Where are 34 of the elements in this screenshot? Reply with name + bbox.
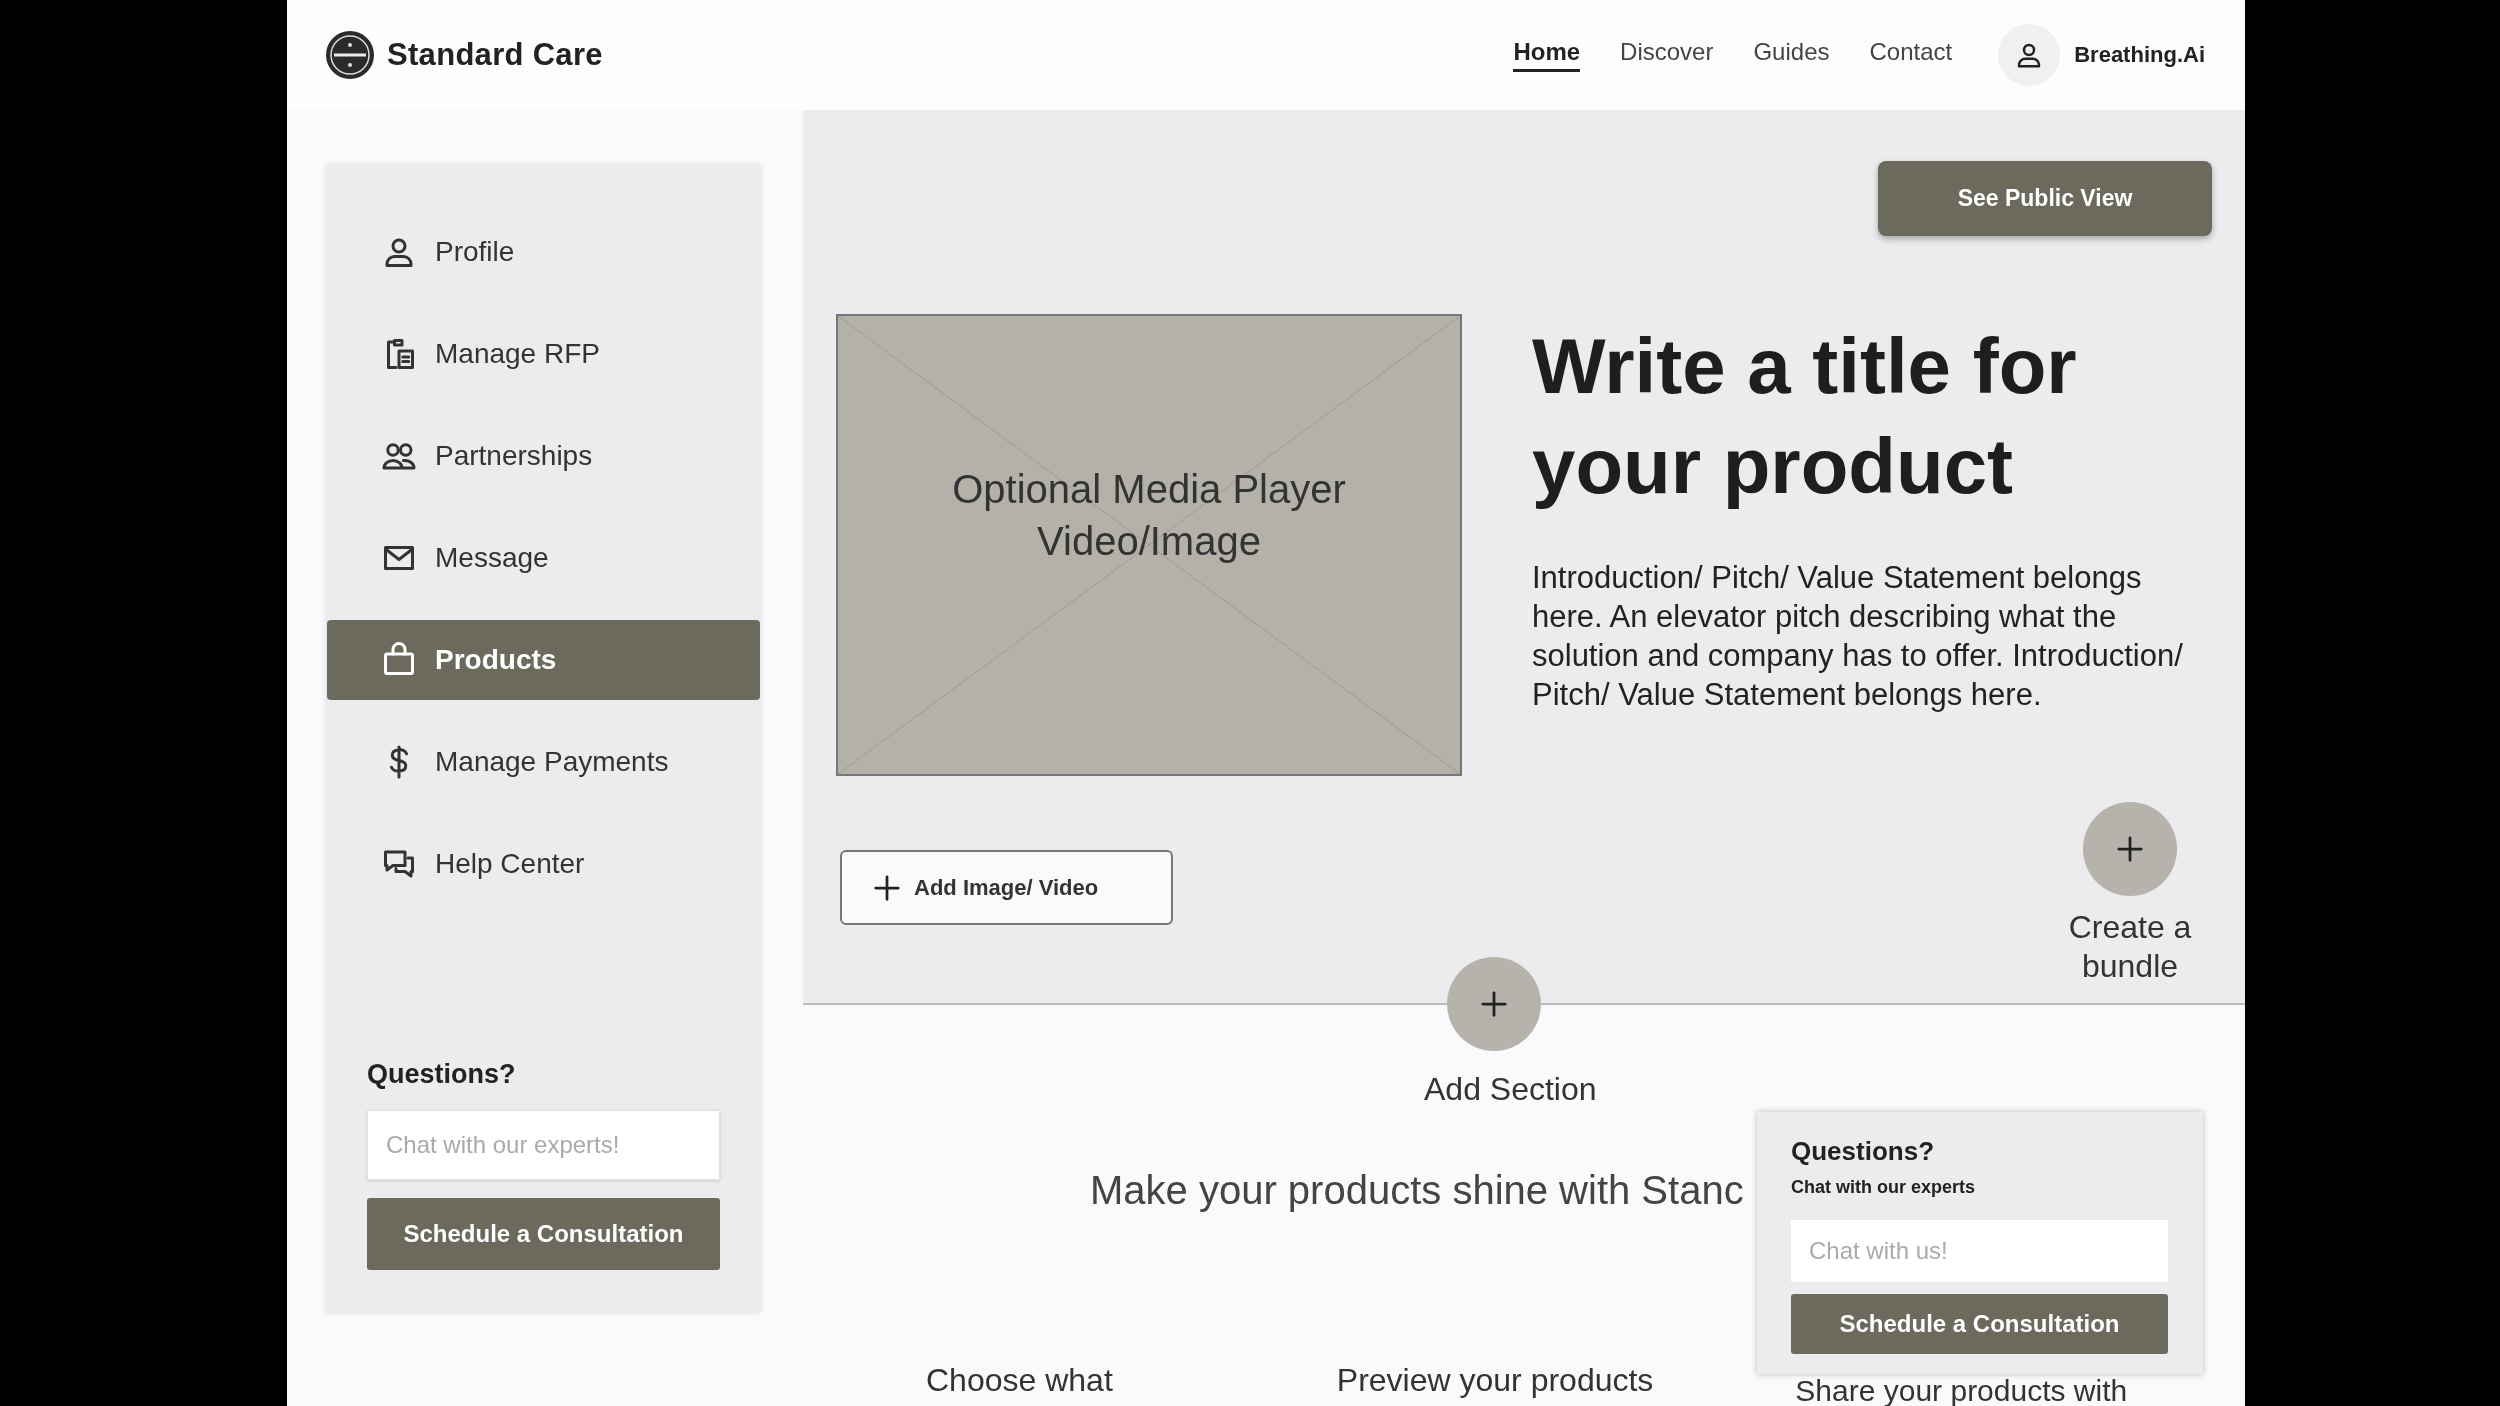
- plus-icon: [1479, 989, 1509, 1019]
- sidebar-item[interactable]: Partnerships: [327, 416, 760, 496]
- step-heading: Preview your products: [1336, 1362, 1654, 1399]
- see-public-view-button[interactable]: See Public View: [1878, 161, 2212, 236]
- shopping-bag-icon: [381, 642, 417, 678]
- sidebar-item[interactable]: Products: [327, 620, 760, 700]
- brand-name: Standard Care: [387, 37, 603, 73]
- sidebar-item[interactable]: Profile: [327, 212, 760, 292]
- schedule-consultation-button[interactable]: Schedule a Consultation: [1791, 1294, 2168, 1354]
- product-title: Write a title for your product: [1532, 321, 2078, 512]
- media-label: Optional Media Player Video/Image: [951, 466, 1347, 565]
- tagline: Make your products shine with Stanc: [1090, 1168, 1744, 1213]
- pitch-paragraph: Introduction/ Pitch/ Value Statement belongs here. An elevator pitch describing what the solution and company has to offer. Introduction/ Pitch/ Value Statement belongs here.: [1532, 559, 2184, 714]
- sidebar-item[interactable]: Manage Payments: [327, 722, 760, 802]
- nav-link[interactable]: Home: [1513, 38, 1581, 72]
- account-name[interactable]: Breathing.Ai: [2074, 42, 2205, 68]
- nav-link[interactable]: Contact: [1869, 38, 1953, 72]
- popup-subtitle: Chat with our experts: [1791, 1177, 1977, 1198]
- nav-link[interactable]: Guides: [1753, 38, 1830, 72]
- create-bundle-label: Create a bundle: [2067, 908, 2193, 986]
- popup-heading: Questions?: [1791, 1136, 1935, 1167]
- questions-heading: Questions?: [367, 1059, 517, 1090]
- sidebar-item[interactable]: Manage RFP: [327, 314, 760, 394]
- nav-link[interactable]: Discover: [1620, 38, 1714, 72]
- add-section-label: Add Section: [1424, 1071, 1598, 1108]
- logo-icon: [325, 30, 375, 80]
- chat-input-field[interactable]: Chat with our experts!: [367, 1110, 720, 1180]
- add-image-video-button[interactable]: Add Image/ Video: [840, 850, 1173, 925]
- schedule-consultation-button[interactable]: Schedule a Consultation: [367, 1198, 720, 1270]
- plus-icon: [2115, 834, 2145, 864]
- step-heading: Choose what: [926, 1362, 1113, 1399]
- chat-input-field[interactable]: Chat with us!: [1791, 1220, 2168, 1282]
- sidebar-item[interactable]: Message: [327, 518, 760, 598]
- sidebar-item[interactable]: Help Center: [327, 824, 760, 904]
